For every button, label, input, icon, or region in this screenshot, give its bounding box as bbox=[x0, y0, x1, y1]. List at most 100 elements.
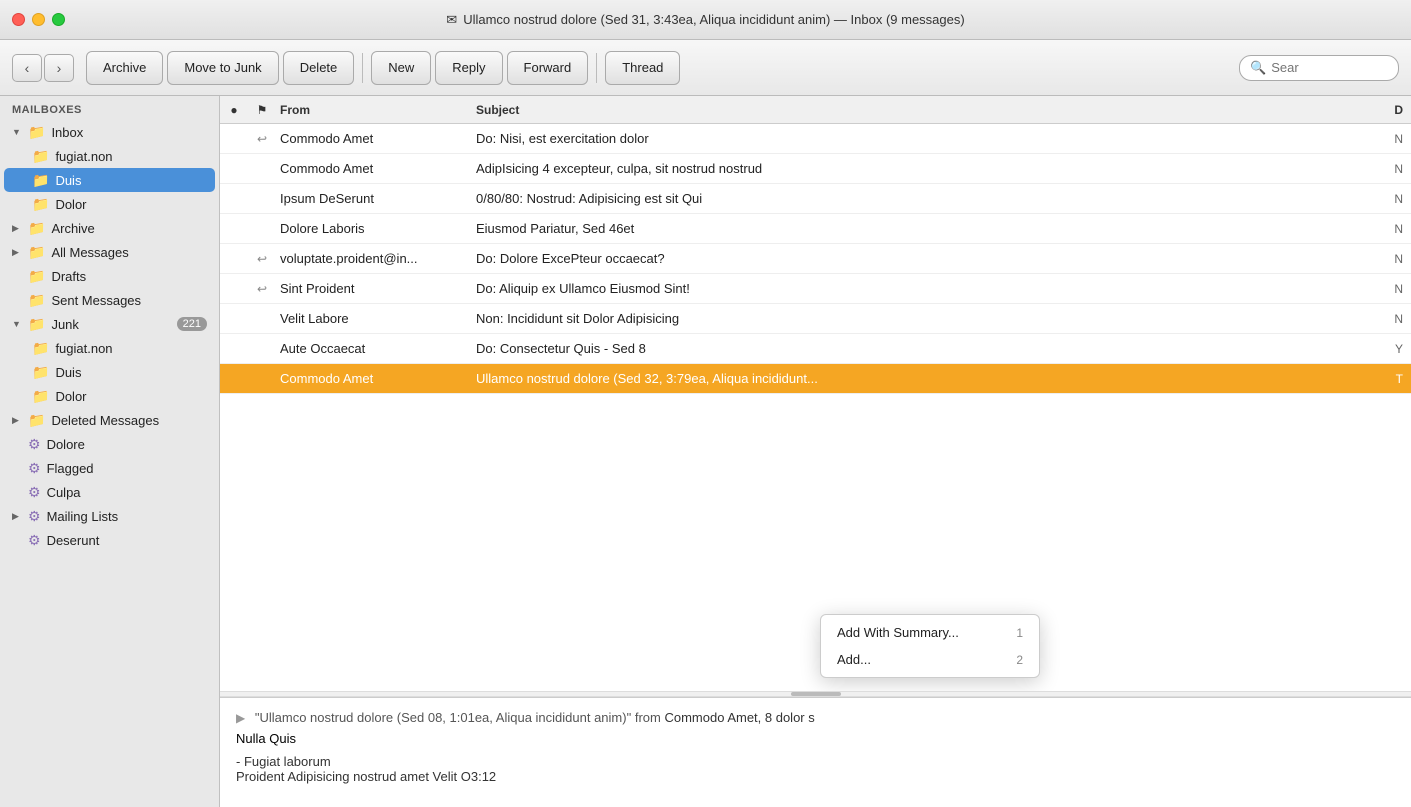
table-row[interactable]: Commodo Amet Ullamco nostrud dolore (Sed… bbox=[220, 364, 1411, 394]
msg-from-3: Ipsum DeSerunt bbox=[276, 191, 476, 206]
sidebar-item-duis-junk[interactable]: 📁 Duis bbox=[4, 360, 215, 384]
thread-button[interactable]: Thread bbox=[605, 51, 680, 85]
msg-date-8: Y bbox=[1331, 342, 1411, 356]
delete-label: Delete bbox=[300, 60, 338, 75]
archive-folder-icon: 📁 bbox=[28, 220, 45, 237]
sidebar-item-mailing-lists[interactable]: ▶ ⚙ Mailing Lists bbox=[4, 504, 215, 528]
search-input[interactable] bbox=[1271, 60, 1388, 75]
main-area: MAILBOXES ▼ 📁 Inbox 📁 fugiat.non 📁 Duis … bbox=[0, 96, 1411, 807]
sidebar-item-label-all-messages: All Messages bbox=[51, 245, 207, 260]
message-list-header: ● ⚑ From Subject D bbox=[220, 96, 1411, 124]
sidebar-item-junk[interactable]: ▼ 📁 Junk 221 bbox=[4, 312, 215, 336]
context-menu-item-add-with-summary[interactable]: Add With Summary... 1 bbox=[821, 619, 1039, 646]
msg-date-3: N bbox=[1331, 192, 1411, 206]
col-header-subject[interactable]: Subject bbox=[476, 103, 1331, 117]
table-row[interactable]: ↩ Sint Proident Do: Aliquip ex Ullamco E… bbox=[220, 274, 1411, 304]
sidebar-item-label-archive: Archive bbox=[51, 221, 207, 236]
table-row[interactable]: Dolore Laboris Eiusmod Pariatur, Sed 46e… bbox=[220, 214, 1411, 244]
col-header-date[interactable]: D bbox=[1331, 103, 1411, 117]
all-messages-icon: 📁 bbox=[28, 244, 45, 261]
scroll-handle[interactable] bbox=[791, 692, 841, 696]
reply-button[interactable]: Reply bbox=[435, 51, 502, 85]
msg-from-5: voluptate.proident@in... bbox=[276, 251, 476, 266]
sidebar-item-label-deleted: Deleted Messages bbox=[51, 413, 207, 428]
toolbar-divider-1 bbox=[362, 53, 363, 83]
sidebar-item-drafts[interactable]: ▶ 📁 Drafts bbox=[4, 264, 215, 288]
junk-icon: 📁 bbox=[28, 316, 45, 333]
duis-inbox-icon: 📁 bbox=[32, 172, 49, 189]
search-box[interactable]: 🔍 bbox=[1239, 55, 1399, 81]
sidebar-item-label-dolore: Dolore bbox=[47, 437, 207, 452]
msg-from-4: Dolore Laboris bbox=[276, 221, 476, 236]
sidebar-item-dolor-inbox[interactable]: 📁 Dolor bbox=[4, 192, 215, 216]
table-row[interactable]: ↩ Commodo Amet Do: Nisi, est exercitatio… bbox=[220, 124, 1411, 154]
sidebar-item-all-messages[interactable]: ▶ 📁 All Messages bbox=[4, 240, 215, 264]
msg-subject-2: AdipIsicing 4 excepteur, culpa, sit nost… bbox=[476, 161, 1331, 176]
deserunt-gear-icon: ⚙ bbox=[28, 532, 41, 549]
reply-label: Reply bbox=[452, 60, 485, 75]
sidebar-item-fugiat-non-junk[interactable]: 📁 fugiat.non bbox=[4, 336, 215, 360]
search-icon: 🔍 bbox=[1250, 60, 1266, 76]
forward-button[interactable]: Forward bbox=[507, 51, 589, 85]
maximize-button[interactable] bbox=[52, 13, 65, 26]
msg-date-1: N bbox=[1331, 132, 1411, 146]
table-row[interactable]: Velit Labore Non: Incididunt sit Dolor A… bbox=[220, 304, 1411, 334]
table-row[interactable]: Ipsum DeSerunt 0/80/80: Nostrud: Adipisi… bbox=[220, 184, 1411, 214]
message-list-pane: ● ⚑ From Subject D ↩ Commodo Amet Do: Ni… bbox=[220, 96, 1411, 807]
close-button[interactable] bbox=[12, 13, 25, 26]
mailing-lists-chevron: ▶ bbox=[12, 511, 22, 522]
new-button[interactable]: New bbox=[371, 51, 431, 85]
dolor-junk-icon: 📁 bbox=[32, 388, 49, 405]
move-to-junk-button[interactable]: Move to Junk bbox=[167, 51, 278, 85]
sidebar-item-dolor-junk[interactable]: 📁 Dolor bbox=[4, 384, 215, 408]
nav-buttons: ‹ › bbox=[12, 54, 74, 82]
reply-arrow-1: ↩ bbox=[257, 132, 267, 146]
preview-body: - Fugiat laborum Proident Adipisicing no… bbox=[236, 754, 1395, 784]
back-button[interactable]: ‹ bbox=[12, 54, 42, 82]
sidebar-item-label-sent: Sent Messages bbox=[51, 293, 207, 308]
msg-subject-7: Non: Incididunt sit Dolor Adipisicing bbox=[476, 311, 1331, 326]
context-menu-item-add[interactable]: Add... 2 bbox=[821, 646, 1039, 673]
sidebar-item-fugiat-non-inbox[interactable]: 📁 fugiat.non bbox=[4, 144, 215, 168]
window-title: ✉ Ullamco nostrud dolore (Sed 31, 3:43ea… bbox=[446, 12, 964, 28]
envelope-icon: ✉ bbox=[446, 12, 457, 28]
msg-from-8: Aute Occaecat bbox=[276, 341, 476, 356]
table-row[interactable]: Commodo Amet AdipIsicing 4 excepteur, cu… bbox=[220, 154, 1411, 184]
msg-flag-6: ↩ bbox=[248, 282, 276, 296]
sidebar-item-dolore[interactable]: ▶ ⚙ Dolore bbox=[4, 432, 215, 456]
sidebar-item-label-flagged: Flagged bbox=[47, 461, 207, 476]
forward-nav-button[interactable]: › bbox=[44, 54, 74, 82]
sidebar-item-deserunt[interactable]: ▶ ⚙ Deserunt bbox=[4, 528, 215, 552]
minimize-button[interactable] bbox=[32, 13, 45, 26]
sidebar-item-label-dolor-inbox: Dolor bbox=[55, 197, 207, 212]
sidebar-item-deleted-messages[interactable]: ▶ 📁 Deleted Messages bbox=[4, 408, 215, 432]
archive-button[interactable]: Archive bbox=[86, 51, 163, 85]
sidebar-item-archive[interactable]: ▶ 📁 Archive bbox=[4, 216, 215, 240]
sidebar-item-sent-messages[interactable]: ▶ 📁 Sent Messages bbox=[4, 288, 215, 312]
sidebar-item-flagged[interactable]: ▶ ⚙ Flagged bbox=[4, 456, 215, 480]
table-row[interactable]: ↩ voluptate.proident@in... Do: Dolore Ex… bbox=[220, 244, 1411, 274]
preview-from-label: from bbox=[635, 710, 665, 725]
msg-from-7: Velit Labore bbox=[276, 311, 476, 326]
new-label: New bbox=[388, 60, 414, 75]
traffic-lights bbox=[12, 13, 65, 26]
toolbar-divider-2 bbox=[596, 53, 597, 83]
dolor-inbox-icon: 📁 bbox=[32, 196, 49, 213]
deleted-chevron: ▶ bbox=[12, 415, 22, 426]
context-menu-label-add: Add... bbox=[837, 652, 871, 667]
sidebar-item-label-duis-inbox: Duis bbox=[55, 173, 207, 188]
fugiat-non-inbox-icon: 📁 bbox=[32, 148, 49, 165]
sidebar-item-duis-inbox[interactable]: 📁 Duis bbox=[4, 168, 215, 192]
delete-button[interactable]: Delete bbox=[283, 51, 355, 85]
sidebar-item-inbox[interactable]: ▼ 📁 Inbox bbox=[4, 120, 215, 144]
thread-label: Thread bbox=[622, 60, 663, 75]
col-header-from[interactable]: From bbox=[276, 103, 476, 117]
msg-subject-3: 0/80/80: Nostrud: Adipisicing est sit Qu… bbox=[476, 191, 1331, 206]
mailing-lists-gear-icon: ⚙ bbox=[28, 508, 41, 525]
msg-from-9: Commodo Amet bbox=[276, 371, 476, 386]
title-text: Ullamco nostrud dolore (Sed 31, 3:43ea, … bbox=[463, 12, 965, 27]
sidebar-item-culpa[interactable]: ▶ ⚙ Culpa bbox=[4, 480, 215, 504]
msg-date-5: N bbox=[1331, 252, 1411, 266]
table-row[interactable]: Aute Occaecat Do: Consectetur Quis - Sed… bbox=[220, 334, 1411, 364]
preview-continuation: Nulla Quis bbox=[236, 731, 1395, 746]
